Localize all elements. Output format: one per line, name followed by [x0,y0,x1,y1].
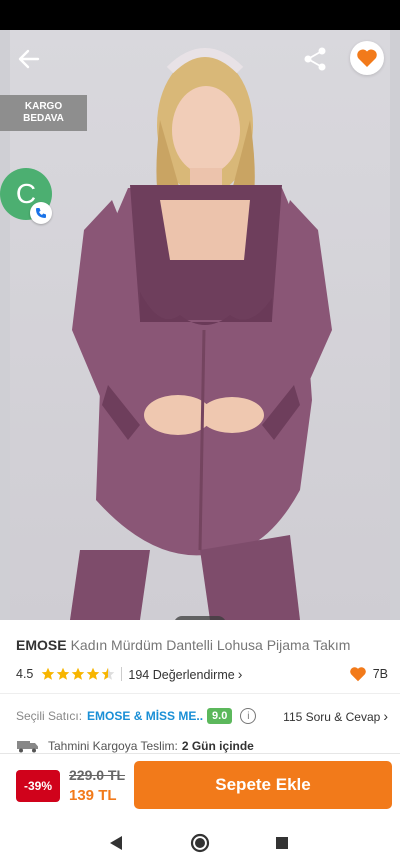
badge-line-2: BEDAVA [23,113,64,124]
chevron-right-icon: › [383,708,388,724]
gallery-pager [174,616,226,620]
add-to-cart-button[interactable]: Sepete Ekle [134,761,392,809]
chat-widget[interactable]: C [0,168,52,224]
call-button[interactable] [30,202,52,224]
truck-icon [17,741,38,753]
heart-icon [349,667,366,682]
section-divider [0,693,400,694]
product-brand[interactable]: EMOSE [16,637,67,653]
heart-icon [357,49,377,67]
delivery-label: Tahmini Kargoya Teslim: [48,739,178,753]
reviews-link[interactable]: 194 Değerlendirme › [128,666,242,682]
rating-row: 4.5 194 Değerlendirme › 7B [16,664,388,684]
nav-back-icon [110,836,122,850]
product-title: EMOSE Kadın Mürdüm Dantelli Lohusa Pijama… [16,637,388,653]
star-icon [72,667,85,680]
nav-home-icon [190,833,210,853]
nav-home-button[interactable] [188,831,212,855]
discount-badge: -39% [16,770,60,802]
share-icon [304,47,326,71]
seller-label: Seçili Satıcı: [16,709,83,723]
seller-name-link[interactable]: EMOSE & MİSS ME... [87,709,203,723]
badge-line-1: KARGO [24,101,63,112]
delivery-value: 2 Gün içinde [181,739,254,753]
star-icon [87,667,100,680]
reviews-count: 194 Değerlendirme [128,668,235,682]
rating-value: 4.5 [16,667,34,681]
chevron-right-icon: › [237,666,243,682]
star-icon [57,667,70,680]
nav-back-button[interactable] [104,831,128,855]
favorite-count-value: 7B [372,667,388,681]
favorite-button[interactable] [350,41,384,75]
star-half-icon [102,667,115,680]
back-button[interactable] [14,46,44,72]
cart-bar: -39% 229.0 TL 139 TL Sepete Ekle [0,753,400,820]
star-icon [42,667,55,680]
info-icon[interactable]: i [240,708,257,724]
phone-icon [36,208,46,218]
system-nav-bar [0,819,400,866]
current-price: 139 TL [69,787,117,804]
rating-stars [41,667,115,681]
nav-recents-button[interactable] [270,831,294,855]
favorite-count: 7B [349,664,388,684]
nav-recents-icon [276,837,288,849]
questions-count: 115 Soru & Cevap [283,710,381,724]
questions-link[interactable]: 115 Soru & Cevap › [283,708,388,724]
seller-score-badge: 9.0 [207,708,233,724]
back-arrow-icon [18,49,40,69]
status-bar [0,0,400,30]
share-button[interactable] [302,46,328,72]
divider [121,667,123,681]
seller-row: Seçili Satıcı: EMOSE & MİSS ME... 9.0 i … [16,707,388,725]
product-name: Kadın Mürdüm Dantelli Lohusa Pijama Takı… [70,637,351,653]
free-shipping-badge: KARGO BEDAVA [0,95,87,131]
old-price: 229.0 TL [69,767,126,783]
